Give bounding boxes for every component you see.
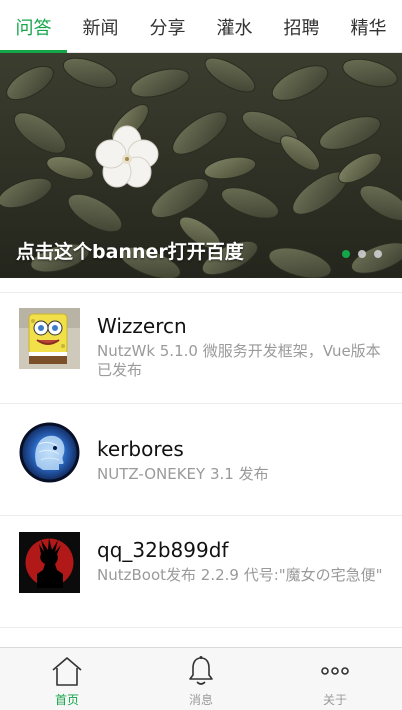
tab-label: 精华 (350, 17, 387, 39)
bottom-nav: 首页 消息 关于 (0, 647, 402, 710)
tab-wenda[interactable]: 问答 (0, 0, 67, 53)
tab-label: 招聘 (283, 17, 320, 39)
list-item[interactable]: kerbores NUTZ-ONEKEY 3.1 发布 (0, 404, 402, 516)
goku-silhouette-avatar (19, 532, 80, 593)
list-item[interactable]: qq_32b899df NutzBoot发布 2.2.9 代号:"魔女の宅急便" (0, 516, 402, 628)
tab-label: 分享 (149, 17, 186, 39)
carousel-indicators (342, 250, 382, 258)
tab-chat[interactable]: 灌水 (201, 0, 268, 53)
bell-icon (189, 656, 213, 685)
nav-label: 首页 (54, 693, 79, 707)
home-icon (52, 657, 82, 686)
top-tabs: 问答 新闻 分享 灌水 招聘 精华 (0, 0, 402, 53)
tab-share[interactable]: 分享 (134, 0, 201, 53)
banner[interactable]: 点击这个banner打开百度 (0, 53, 402, 278)
tab-label: 问答 (15, 17, 52, 39)
list-item-body: qq_32b899df NutzBoot发布 2.2.9 代号:"魔女の宅急便" (97, 538, 388, 585)
item-title: Wizzercn (97, 314, 187, 338)
more-icon (321, 667, 349, 675)
item-title: kerbores (97, 437, 184, 461)
item-subtitle: NutzWk 5.1.0 微服务开发框架，Vue版本已发布 (97, 342, 381, 379)
topic-list: Wizzercn NutzWk 5.1.0 微服务开发框架，Vue版本已发布 k… (0, 292, 402, 628)
carousel-dot[interactable] (374, 250, 382, 258)
carousel-dot[interactable] (358, 250, 366, 258)
item-title: qq_32b899df (97, 538, 229, 562)
nav-about[interactable]: 关于 (268, 648, 402, 710)
tab-featured[interactable]: 精华 (335, 0, 402, 53)
nav-label: 消息 (188, 693, 213, 707)
blue-head-avatar (19, 422, 80, 483)
carousel-dot[interactable] (342, 250, 350, 258)
tab-label: 新闻 (82, 17, 119, 39)
item-subtitle: NUTZ-ONEKEY 3.1 发布 (97, 465, 269, 483)
tab-news[interactable]: 新闻 (67, 0, 134, 53)
item-subtitle: NutzBoot发布 2.2.9 代号:"魔女の宅急便" (97, 566, 383, 584)
list-item-body: Wizzercn NutzWk 5.1.0 微服务开发框架，Vue版本已发布 (97, 314, 388, 380)
banner-caption: 点击这个banner打开百度 (16, 241, 244, 263)
list-item[interactable]: Wizzercn NutzWk 5.1.0 微服务开发框架，Vue版本已发布 (0, 292, 402, 404)
spongebob-avatar (19, 308, 80, 369)
tab-label: 灌水 (216, 17, 253, 39)
nav-messages[interactable]: 消息 (134, 648, 268, 710)
tab-jobs[interactable]: 招聘 (268, 0, 335, 53)
nav-home[interactable]: 首页 (0, 648, 134, 710)
app-root: 问答 新闻 分享 灌水 招聘 精华 点击这个banner打开百度 Wizzerc… (0, 0, 402, 710)
list-item-body: kerbores NUTZ-ONEKEY 3.1 发布 (97, 437, 388, 484)
nav-label: 关于 (322, 693, 347, 707)
